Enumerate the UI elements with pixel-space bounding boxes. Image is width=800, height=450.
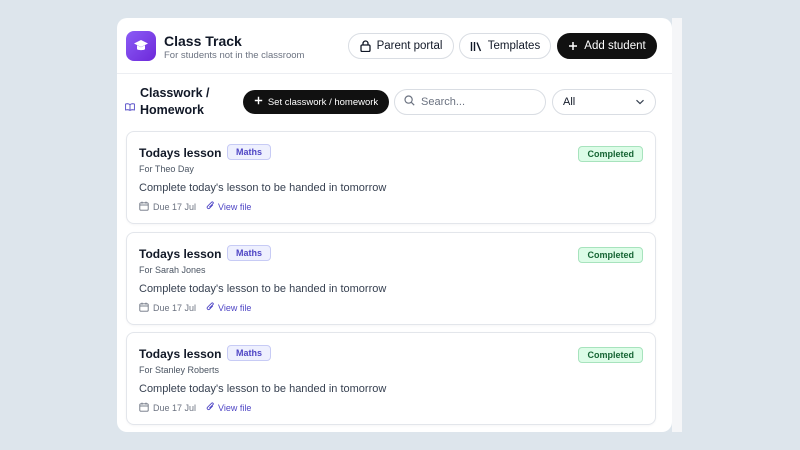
assignment-meta: Due 17 Jul View file [139, 402, 251, 414]
library-icon [470, 41, 482, 52]
app-title: Class Track [164, 33, 242, 49]
app-header: Class Track For students not in the clas… [117, 18, 672, 74]
paperclip-icon [206, 201, 215, 213]
assignment-card[interactable]: Todays lesson Maths Completed For Sarah … [126, 232, 656, 325]
status-badge: Completed [578, 347, 643, 363]
plus-icon [568, 41, 578, 51]
subject-badge: Maths [227, 245, 272, 261]
chevron-down-icon [635, 96, 645, 108]
assignment-description: Complete today's lesson to be handed in … [139, 283, 387, 295]
open-book-icon [125, 98, 135, 116]
app-window: Class Track For students not in the clas… [117, 18, 672, 432]
app-subtitle: For students not in the classroom [164, 50, 305, 61]
assignment-title: Todays lesson [139, 247, 222, 261]
view-file-label: View file [218, 202, 252, 212]
assignment-meta: Due 17 Jul View file [139, 302, 251, 314]
view-file-link[interactable]: View file [206, 302, 251, 314]
paperclip-icon [206, 402, 215, 414]
due-date: Due 17 Jul [153, 403, 197, 413]
search-input[interactable] [421, 96, 531, 108]
parent-portal-label: Parent portal [376, 40, 443, 52]
search-box[interactable] [394, 89, 546, 115]
search-icon [404, 93, 415, 111]
add-student-button[interactable]: Add student [557, 33, 657, 59]
parent-portal-button[interactable]: Parent portal [348, 33, 454, 59]
section-title: Classwork / Homework [140, 86, 210, 117]
filter-select[interactable]: All [552, 89, 656, 115]
due-date: Due 17 Jul [153, 202, 197, 212]
add-student-label: Add student [584, 40, 646, 52]
student-name: For Stanley Roberts [139, 365, 220, 375]
set-classwork-button[interactable]: Set classwork / homework [243, 90, 389, 114]
assignment-card[interactable]: Todays lesson Maths Completed For Theo D… [126, 131, 656, 224]
subject-badge: Maths [227, 144, 272, 160]
assignment-title: Todays lesson [139, 146, 222, 160]
assignment-description: Complete today's lesson to be handed in … [139, 182, 387, 194]
plus-icon [254, 96, 263, 108]
set-classwork-label: Set classwork / homework [267, 96, 379, 108]
view-file-link[interactable]: View file [206, 201, 251, 213]
due-date: Due 17 Jul [153, 303, 197, 313]
graduation-cap-icon [126, 31, 156, 61]
templates-button[interactable]: Templates [459, 33, 551, 59]
calendar-icon [139, 302, 149, 314]
view-file-label: View file [218, 403, 252, 413]
lock-icon [359, 40, 371, 52]
templates-label: Templates [487, 40, 541, 52]
assignment-description: Complete today's lesson to be handed in … [139, 383, 387, 395]
status-badge: Completed [578, 146, 643, 162]
scrollbar[interactable] [672, 18, 682, 432]
student-name: For Sarah Jones [139, 265, 206, 275]
assignment-card[interactable]: Todays lesson Maths Completed For Stanle… [126, 332, 656, 425]
calendar-icon [139, 402, 149, 414]
filter-value: All [563, 96, 576, 108]
student-name: For Theo Day [139, 164, 194, 174]
subject-badge: Maths [227, 345, 272, 361]
view-file-link[interactable]: View file [206, 402, 251, 414]
paperclip-icon [206, 302, 215, 314]
status-badge: Completed [578, 247, 643, 263]
view-file-label: View file [218, 303, 252, 313]
calendar-icon [139, 201, 149, 213]
assignment-meta: Due 17 Jul View file [139, 201, 251, 213]
assignment-title: Todays lesson [139, 347, 222, 361]
